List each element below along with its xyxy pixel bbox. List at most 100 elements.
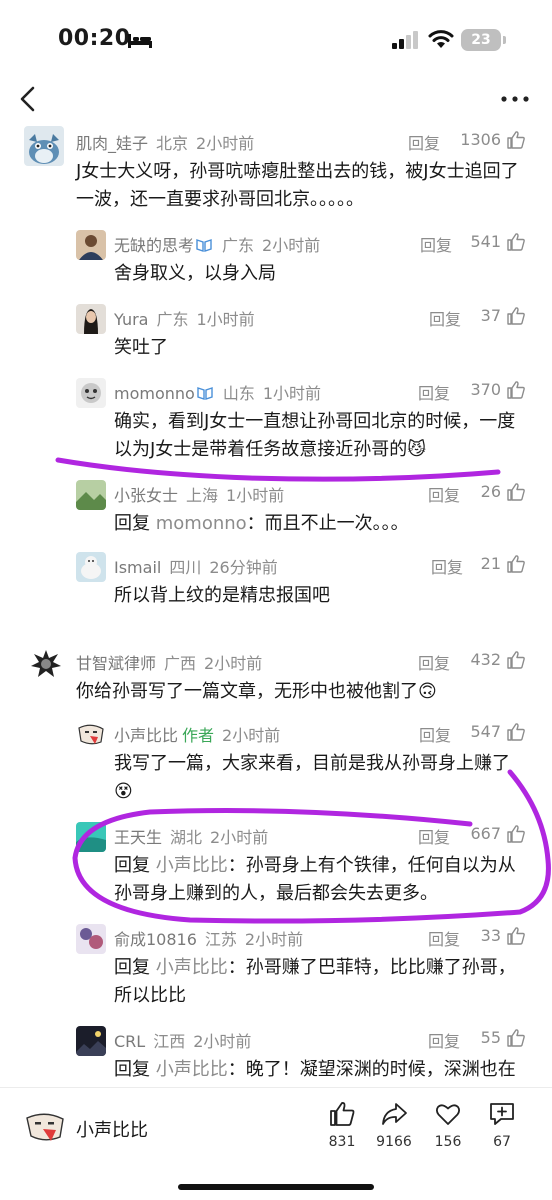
comment-time: 1小时前	[196, 310, 255, 329]
comment-text: J女士大义呀，孙哥吭哧瘪肚整出去的钱，被J女士追回了一波，还一直要求孙哥回北京。…	[76, 161, 519, 210]
comment-region: 江西	[153, 1032, 186, 1051]
reply-to-user[interactable]: 小声比比	[156, 957, 228, 978]
comment-author[interactable]: Yura	[114, 310, 148, 329]
comment-author[interactable]: 小张女士	[114, 486, 178, 505]
thumbs-up-icon[interactable]	[506, 130, 526, 150]
comment-author[interactable]: 小声比比	[114, 726, 178, 745]
reply-to-user[interactable]: 小声比比	[156, 855, 228, 876]
thumbs-up-icon[interactable]	[506, 482, 526, 502]
author-avatar[interactable]	[24, 1110, 66, 1144]
comment-author[interactable]: momonno	[114, 384, 195, 403]
share-button[interactable]: 9166	[364, 1100, 424, 1150]
cellular-signal-icon	[392, 31, 418, 49]
verified-badge-icon	[197, 387, 213, 400]
comment-author[interactable]: 王天生	[114, 828, 162, 847]
comment-text: 回复 momonno：而且不止一次。。。	[114, 510, 524, 538]
share-icon	[382, 1103, 407, 1125]
user-avatar[interactable]	[76, 552, 106, 582]
reply-body: ：而且不止一次。。。	[246, 513, 409, 534]
comment-time: 2小时前	[222, 726, 281, 745]
user-avatar[interactable]	[76, 1026, 106, 1056]
comment-button[interactable]: 67	[472, 1100, 532, 1150]
comment-author[interactable]: 俞成10816	[114, 930, 197, 949]
like-count: 55	[480, 1028, 501, 1047]
comment-text: 回复 小声比比：孙哥身上有个铁律，任何自以为从孙哥身上赚到的人，最后都会失去更多…	[114, 852, 528, 908]
comment-text: 笑吐了	[114, 337, 168, 358]
user-avatar[interactable]	[24, 126, 64, 166]
like-button[interactable]: 831	[312, 1100, 372, 1150]
home-indicator[interactable]	[178, 1184, 374, 1190]
heart-icon	[435, 1104, 461, 1125]
like-count: 547	[470, 722, 501, 741]
thumbs-up-icon[interactable]	[506, 650, 526, 670]
comment-text: 确实，看到J女士一直想让孙哥回北京的时候，一度以为J女士是带着任务故意接近孙哥的…	[114, 411, 516, 460]
user-avatar[interactable]	[28, 646, 64, 682]
back-icon[interactable]	[14, 84, 44, 114]
user-avatar[interactable]	[76, 378, 106, 408]
user-avatar[interactable]	[76, 720, 106, 750]
user-avatar[interactable]	[76, 480, 106, 510]
reply-button[interactable]: 回复	[408, 130, 440, 154]
reply-prefix: 回复	[114, 1059, 150, 1080]
comment-author[interactable]: CRL	[114, 1032, 145, 1051]
sleep-focus-icon	[128, 34, 152, 48]
user-avatar[interactable]	[76, 304, 106, 334]
author-tag: 作者	[182, 726, 215, 745]
more-options-icon[interactable]	[500, 94, 530, 104]
like-count: 21	[480, 554, 501, 573]
comment-region: 北京	[156, 134, 189, 153]
author-name[interactable]: 小声比比	[76, 1116, 148, 1142]
user-avatar[interactable]	[76, 822, 106, 852]
comment-author[interactable]: 甘智斌律师	[76, 654, 156, 673]
comment-region: 江苏	[204, 930, 237, 949]
status-bar: 00:20 23	[0, 0, 552, 80]
comment-author[interactable]: 肌肉_娃子	[76, 134, 148, 153]
reply-prefix: 回复	[114, 513, 150, 534]
comment-text: 回复 小声比比：孙哥赚了巴菲特，比比赚了孙哥，所以比比	[114, 954, 518, 1010]
comment-time: 1小时前	[262, 384, 322, 403]
comment-author[interactable]: Ismail	[114, 558, 161, 577]
comment-text: 回复 小声比比：晚了！凝望深渊的时候，深渊也在	[114, 1056, 528, 1084]
comment-region: 四川	[169, 558, 202, 577]
comment-total: 67	[493, 1134, 511, 1150]
wifi-icon	[428, 30, 454, 48]
comment-author[interactable]: 无缺的思考	[114, 236, 194, 255]
like-count: 33	[480, 926, 501, 945]
thumbs-up-icon[interactable]	[506, 554, 526, 574]
comment-region: 湖北	[170, 828, 203, 847]
thumbs-up-icon[interactable]	[506, 380, 526, 400]
favorite-button[interactable]: 156	[418, 1100, 478, 1150]
like-count: 1306	[460, 130, 501, 149]
comment-time: 2小时前	[262, 236, 321, 255]
favorite-total: 156	[434, 1134, 462, 1150]
comment-icon	[490, 1103, 514, 1125]
thumbs-up-icon[interactable]	[506, 722, 526, 742]
reply-to-user[interactable]: momonno	[156, 513, 247, 534]
comment-time: 1小时前	[226, 486, 285, 505]
reply-body: ：晚了！凝望深渊的时候，深渊也在	[227, 1059, 516, 1080]
battery-icon: 23	[461, 29, 506, 51]
comment-time: 2小时前	[244, 930, 304, 949]
like-count: 26	[480, 482, 501, 501]
comment-time: 2小时前	[196, 134, 255, 153]
reply-prefix: 回复	[114, 957, 150, 978]
thumbs-up-icon[interactable]	[506, 1028, 526, 1048]
comment-time: 2小时前	[193, 1032, 252, 1051]
thumbs-up-icon[interactable]	[506, 824, 526, 844]
comment-region: 上海	[186, 486, 219, 505]
thumbs-up-icon[interactable]	[506, 232, 526, 252]
comment-region: 山东	[222, 384, 255, 403]
like-count: 432	[470, 650, 501, 669]
comment-text: 舍身取义，以身入局	[114, 263, 276, 284]
like-count: 37	[480, 306, 501, 325]
reply-prefix: 回复	[114, 855, 150, 876]
like-total: 831	[328, 1134, 356, 1150]
thumbs-up-icon[interactable]	[506, 306, 526, 326]
reply-to-user[interactable]: 小声比比	[156, 1059, 228, 1080]
comment-region: 广东	[156, 310, 189, 329]
user-avatar[interactable]	[76, 924, 106, 954]
comment-region: 广西	[164, 654, 197, 673]
user-avatar[interactable]	[76, 230, 106, 260]
thumbs-up-icon[interactable]	[506, 926, 526, 946]
reply-item: CRL 江西 2小时前 回复 55 回复 小声比比：晚了！凝望深渊的时候，深渊也在	[0, 1020, 552, 1087]
